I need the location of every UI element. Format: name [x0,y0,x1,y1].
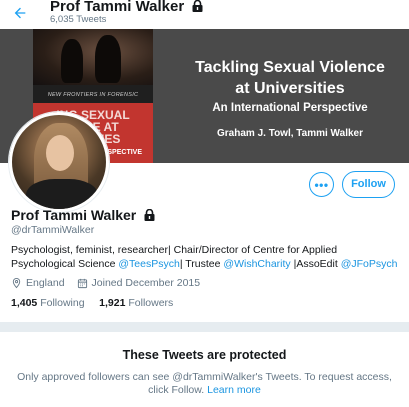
tweet-count: 6,035 Tweets [50,14,107,25]
profile-bio: Psychologist, feminist, researcher| Chai… [11,244,398,270]
lock-icon [144,209,155,221]
follow-button[interactable]: Follow [342,171,395,198]
banner-subtitle: An International Perspective [212,102,368,114]
more-options-button[interactable]: ••• [309,172,334,197]
profile-handle: @drTammiWalker [11,224,95,236]
lock-icon [192,0,203,12]
mention-wishcharity-link[interactable]: @WishCharity [223,258,290,270]
following-link[interactable]: 1,405 Following [11,297,85,309]
book-cover-photo [33,29,153,85]
book-series: NEW FRONTIERS IN FORENSIC PSYCHOLOGY [47,92,139,110]
header-name: Prof Tammi Walker [50,0,203,15]
profile-location: England [26,277,65,289]
calendar-icon [77,278,87,288]
learn-more-link[interactable]: Learn more [207,384,261,396]
protected-message: Only approved followers can see @drTammi… [17,371,392,396]
profile-joined-date: Joined December 2015 [91,277,201,289]
arrow-left-icon[interactable] [12,5,28,21]
top-bar: Prof Tammi Walker 6,035 Tweets [0,0,409,29]
followers-link[interactable]: 1,921 Followers [99,297,173,309]
protected-title: These Tweets are protected [122,348,287,362]
banner-title: Tackling Sexual Violence at Universities [195,59,385,97]
profile-meta: England Joined December 2015 [11,277,200,289]
banner-authors: Graham J. Towl, Tammi Walker [217,128,363,139]
mention-jfopsych-link[interactable]: @JFoPsych [341,258,398,270]
location-pin-icon [12,277,21,289]
profile-name: Prof Tammi Walker [11,207,155,223]
follow-counts: 1,405 Following 1,921 Followers [11,297,173,309]
mention-teespsych-link[interactable]: @TeesPsych [118,258,179,270]
section-divider [0,322,409,332]
avatar[interactable] [9,112,109,212]
